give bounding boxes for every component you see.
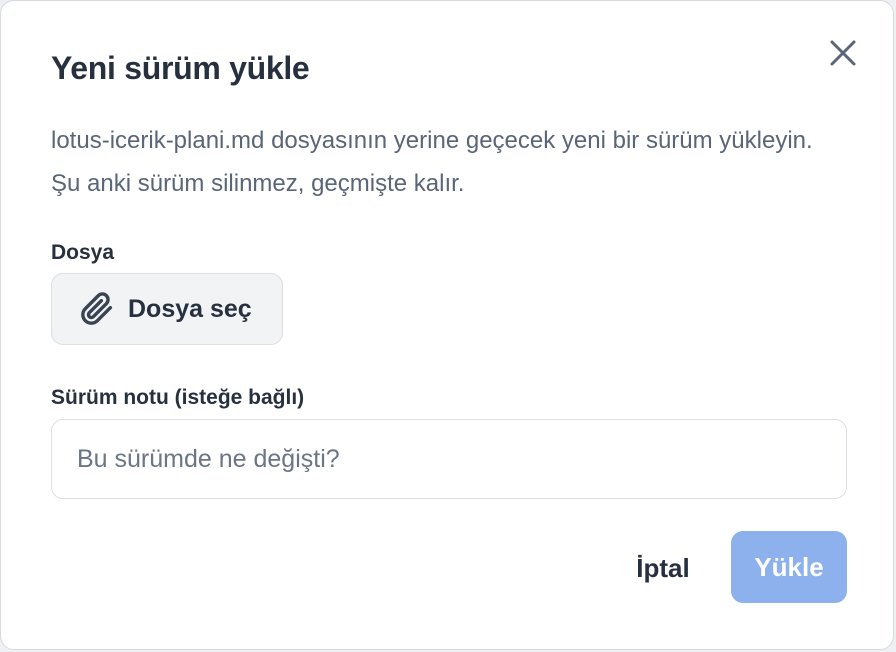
paperclip-icon — [80, 292, 114, 326]
dialog-title: Yeni sürüm yükle — [51, 50, 310, 86]
file-field-label: Dosya — [51, 241, 115, 264]
dialog-description: lotus-icerik-plani.md dosyasının yerine … — [51, 127, 813, 197]
version-note-label: Sürüm notu (isteğe bağlı) — [51, 386, 305, 409]
version-note-input[interactable] — [51, 419, 847, 499]
upload-button[interactable]: Yükle — [731, 531, 847, 603]
choose-file-label: Dosya seç — [128, 294, 252, 323]
close-icon — [830, 40, 856, 66]
choose-file-button[interactable]: Dosya seç — [51, 273, 283, 345]
upload-version-dialog: Yeni sürüm yükle lotus-icerik-plani.md d… — [0, 0, 894, 650]
close-button[interactable] — [823, 33, 863, 73]
cancel-button[interactable]: İptal — [613, 541, 713, 595]
